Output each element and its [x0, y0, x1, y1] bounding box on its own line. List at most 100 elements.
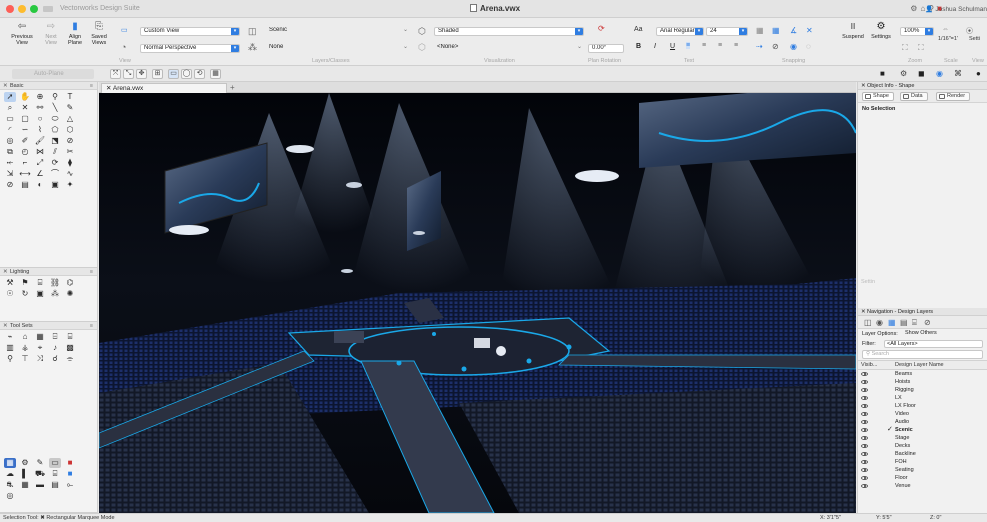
tool-set-spotlight-icon[interactable]: ⚶ [19, 343, 31, 353]
tool-set-table-icon[interactable]: ▤ [49, 480, 61, 490]
tool-set-dims-icon[interactable]: ⌁ [4, 332, 16, 342]
mode-freeform-icon[interactable]: ◯ [181, 69, 192, 79]
zoom-fit-icon[interactable]: ⛶ [918, 43, 924, 53]
tool-set-grid-icon[interactable]: ▦ [19, 480, 31, 490]
truss-tool-icon[interactable]: ⌸ [34, 278, 46, 288]
close-icon[interactable]: ✕ [861, 308, 866, 316]
plan-rotation-icon[interactable]: ⟳ [598, 24, 605, 33]
scale-tool-icon[interactable]: ⇲ [4, 169, 16, 179]
mode-poly-marquee-icon[interactable]: ⤡ [123, 69, 134, 79]
clip-cube-icon[interactable]: ⌘ [954, 69, 962, 78]
align-left-icon[interactable]: ≡ [686, 42, 691, 49]
tool-set-door-icon[interactable]: ▌ [19, 469, 31, 479]
trim-tool-icon[interactable]: ✂ [64, 147, 76, 157]
rotate-instrument-tool-icon[interactable]: ↻ [19, 289, 31, 299]
font-size-dropdown[interactable]: 24 ▾ [706, 27, 748, 36]
close-icon[interactable]: ✕ [861, 82, 866, 90]
move-tool-icon[interactable]: ⤢ [34, 158, 46, 168]
snap-surface-icon[interactable]: ◌ [806, 42, 811, 51]
scale-value[interactable]: 1/16"=1' [938, 36, 958, 42]
visibility-eye-icon[interactable] [861, 372, 868, 376]
layer-row[interactable]: LX Floor [858, 402, 987, 410]
tool-set-cloud-icon[interactable]: ☁ [4, 469, 16, 479]
reshape-tool-icon[interactable]: ⬔ [49, 136, 61, 146]
tool-set-seating-icon[interactable]: ⚲ [4, 354, 16, 364]
layer-row[interactable]: Decks [858, 442, 987, 450]
tool-set-selected-icon[interactable]: ▭ [49, 458, 61, 468]
focus-tool-icon[interactable]: ⚑ [19, 278, 31, 288]
visibility-eye-icon[interactable] [861, 420, 868, 424]
layer-row[interactable]: Venue [858, 482, 987, 490]
light-tool-icon[interactable]: ☉ [4, 289, 16, 299]
tool-set-brush-icon[interactable]: ✎ [34, 458, 46, 468]
regular-polygon-tool-icon[interactable]: ⬡ [64, 125, 76, 135]
attribute-tool-icon[interactable]: ✐ [19, 136, 31, 146]
tool-set-video-icon[interactable]: ▩ [64, 343, 76, 353]
label-tool-icon[interactable]: ▣ [34, 289, 46, 299]
filter-dropdown[interactable]: <All Layers> [884, 340, 983, 348]
rounded-rect-tool-icon[interactable]: ▢ [19, 114, 31, 124]
snap-distance-icon[interactable]: ⇢ [756, 42, 763, 51]
mode-interactive-scale-icon[interactable]: ⊞ [152, 69, 163, 79]
tool-set-red-icon[interactable]: ■ [64, 458, 76, 468]
tool-set-furniture-icon[interactable]: ⌹ [49, 332, 61, 342]
mode-rect-marquee-icon[interactable]: ⤧ [110, 69, 121, 79]
visibility-eye-icon[interactable] [861, 484, 868, 488]
visibility-eye-icon[interactable] [861, 412, 868, 416]
flyover-tool-icon[interactable]: ⊕ [34, 92, 46, 102]
palette-menu-icon[interactable]: ≡ [90, 82, 93, 90]
bold-icon[interactable]: B [636, 43, 641, 50]
visibility-eye-icon[interactable] [861, 460, 868, 464]
locus-tool-icon[interactable]: ✕ [19, 103, 31, 113]
text-tool-icon[interactable]: T [64, 92, 76, 102]
instrument-tool-icon[interactable]: ⚒ [4, 278, 16, 288]
spiral-tool-icon[interactable]: ◎ [4, 136, 16, 146]
mode-rect-select-icon[interactable]: ▭ [168, 69, 179, 79]
class-dropdown[interactable]: None ⌄ [266, 44, 410, 53]
layer-row[interactable]: Backline [858, 450, 987, 458]
freehand-tool-icon[interactable]: ∽ [19, 125, 31, 135]
layer-row[interactable]: Seating [858, 466, 987, 474]
visibility-eye-icon[interactable] [861, 388, 868, 392]
snap-point-icon[interactable]: ◉ [790, 42, 797, 51]
tool-set-detail-icon[interactable]: ⌸ [64, 332, 76, 342]
position-tool-icon[interactable]: ⌬ [64, 278, 76, 288]
mode-options-icon[interactable]: ▦ [210, 69, 221, 79]
align-center-icon[interactable]: ≡ [702, 42, 706, 49]
nav-sheets-icon[interactable]: ▤ [900, 318, 908, 327]
underline-icon[interactable]: U [670, 43, 675, 50]
curve-tool-icon[interactable]: ∿ [64, 169, 76, 179]
tool-set-active-icon[interactable]: ▦ [4, 458, 16, 468]
arena-render[interactable] [99, 93, 856, 513]
name-column-header[interactable]: Design Layer Name [895, 361, 944, 370]
gobo-tool-icon[interactable]: ✺ [64, 289, 76, 299]
arc-tool-icon[interactable]: ◜ [4, 125, 16, 135]
split-tool-icon[interactable]: ⫽ [49, 147, 61, 157]
drawing-viewport[interactable]: ✕ Arena.vwx + [99, 82, 856, 513]
hoist-tool-icon[interactable]: ⛓ [49, 278, 61, 288]
layer-row[interactable]: Beams [858, 370, 987, 378]
palette-menu-icon[interactable]: ≡ [90, 322, 93, 330]
wand-tool-icon[interactable]: ✦ [64, 180, 76, 190]
callout-tool-icon[interactable]: ⌕ [4, 103, 16, 113]
suspend-button[interactable]: II Suspend [840, 22, 866, 40]
align-right-icon[interactable]: ≡ [718, 42, 722, 49]
render-sub-dropdown[interactable]: <None> ⌄ [434, 44, 584, 53]
tool-set-rigging-icon[interactable]: ⌖ [34, 343, 46, 353]
snap-settings-button[interactable]: ⚙ Settings [868, 22, 894, 41]
close-window-button[interactable] [6, 5, 14, 13]
saved-views-button[interactable]: ⎘ Saved Views [88, 22, 110, 47]
angle-tool-icon[interactable]: ∠ [34, 169, 46, 179]
render-mode-dropdown[interactable]: Shaded ▾ [434, 27, 584, 36]
chamfer-tool-icon[interactable]: ⌐ [19, 158, 31, 168]
zoom-window-button[interactable] [30, 5, 38, 13]
hatch-tool-icon[interactable]: ▤ [19, 180, 31, 190]
walkthrough-icon[interactable]: ◼ [918, 69, 925, 78]
close-icon[interactable]: ✕ [3, 322, 8, 330]
snap-grid-icon[interactable]: ▦ [756, 26, 764, 35]
array-tool-icon[interactable]: ⁂ [49, 289, 61, 299]
paint-tool-icon[interactable]: 🖌 [34, 136, 46, 146]
more-options-icon[interactable]: ● [976, 69, 981, 78]
tool-set-landscape-icon[interactable]: ⤨ [34, 354, 46, 364]
zoom-dropdown[interactable]: 100% ▾ [900, 27, 934, 36]
